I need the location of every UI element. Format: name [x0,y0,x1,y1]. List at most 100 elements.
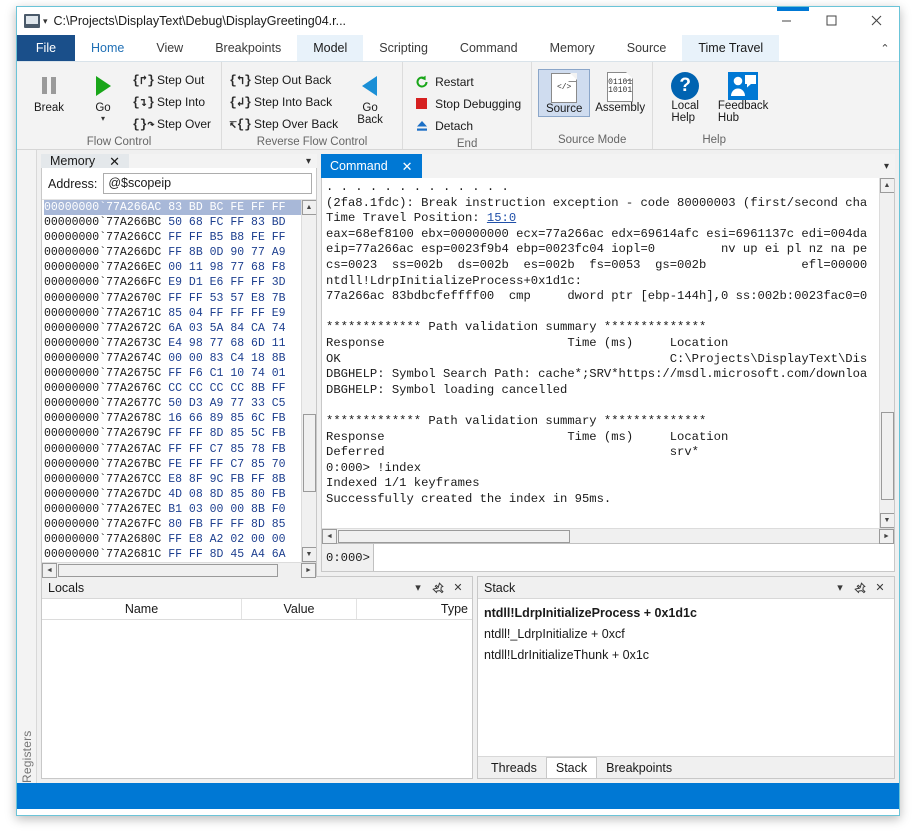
command-scroll-thumb[interactable] [881,412,894,500]
memory-row[interactable]: 00000000`77A2679C FF FF 8D 85 5C FB [44,426,301,441]
stack-frame[interactable]: ntdll!_LdrpInitialize + 0xcf [484,624,894,645]
step-over-back-button[interactable]: ↸{} Step Over Back [228,113,342,134]
memory-row[interactable]: 00000000`77A266BC 50 68 FC FF 83 BD [44,215,301,230]
locals-dropdown-icon[interactable]: ▾ [408,579,428,597]
command-output[interactable]: . . . . . . . . . . . . .(2fa8.1fdc): Br… [322,178,879,528]
maximize-button[interactable] [809,7,854,34]
time-travel-position-link[interactable]: 15:0 [487,211,516,225]
restart-button[interactable]: Restart [409,71,525,92]
memory-tab[interactable]: Memory ✕ [41,154,129,168]
quick-access-caret-icon[interactable]: ▾ [43,17,48,26]
memory-row[interactable]: 00000000`77A267DC 4D 08 8D 85 80 FB [44,487,301,502]
memory-row[interactable]: 00000000`77A2671C 85 04 FF FF FF E9 [44,306,301,321]
ribbon-tab-file[interactable]: File [17,35,75,61]
memory-row[interactable]: 00000000`77A2675C FF F6 C1 10 74 01 [44,366,301,381]
memory-row[interactable]: 00000000`77A2677C 50 D3 A9 77 33 C5 [44,396,301,411]
stack-dropdown-icon[interactable]: ▾ [830,579,850,597]
command-scroll-up-button[interactable]: ▲ [880,178,895,193]
memory-row[interactable]: 00000000`77A267EC B1 03 00 00 8B F0 [44,502,301,517]
memory-row[interactable]: 00000000`77A266EC 00 11 98 77 68 F8 [44,260,301,275]
memory-row[interactable]: 00000000`77A2672C 6A 03 5A 84 CA 74 [44,321,301,336]
ribbon-tab-time-travel[interactable]: Time Travel [682,35,779,61]
go-back-button[interactable]: Go Back [344,67,396,126]
locals-pin-icon[interactable] [428,579,448,597]
ribbon-tab-command[interactable]: Command [444,35,534,61]
command-tab-close-icon[interactable]: ✕ [402,160,413,173]
ribbon-tab-model[interactable]: Model [297,35,363,61]
go-dropdown-caret-icon[interactable]: ▾ [101,115,105,123]
memory-row[interactable]: 00000000`77A2681C FF FF 8D 45 A4 6A [44,547,301,562]
bottom-tab-threads[interactable]: Threads [482,757,546,778]
memory-row[interactable]: 00000000`77A266AC 83 BD BC FE FF FF [44,200,301,215]
command-horizontal-scrollbar[interactable]: ◄ ► [322,528,894,543]
command-input[interactable] [374,544,894,571]
stack-frame[interactable]: ntdll!LdrInitializeThunk + 0x1c [484,645,894,666]
memory-row[interactable]: 00000000`77A267CC E8 8F 9C FB FF 8B [44,472,301,487]
detach-button[interactable]: Detach [409,115,525,136]
memory-row[interactable]: 00000000`77A267AC FF FF C7 85 78 FB [44,442,301,457]
memory-row[interactable]: 00000000`77A2678C 16 66 89 85 6C FB [44,411,301,426]
step-out-back-button[interactable]: {↰} Step Out Back [228,69,342,90]
memory-row[interactable]: 00000000`77A2670C FF FF 53 57 E8 7B [44,291,301,306]
ribbon-tab-view[interactable]: View [140,35,199,61]
memory-row[interactable]: 00000000`77A266DC FF 8B 0D 90 77 A9 [44,245,301,260]
assembly-mode-button[interactable]: 01101 10101 Assembly [594,69,646,115]
local-help-button[interactable]: ? Local Help [659,69,711,125]
command-scroll-left-button[interactable]: ◄ [322,529,337,544]
command-overflow-caret-icon[interactable]: ▾ [884,161,889,172]
go-button[interactable]: Go ▾ [77,67,129,123]
memory-scroll-thumb[interactable] [303,414,316,492]
locals-column-type[interactable]: Type [357,599,472,619]
stack-frame-list[interactable]: ntdll!LdrpInitializeProcess + 0x1d1cntdl… [478,599,894,756]
step-into-button[interactable]: {↴} Step Into [131,91,215,112]
command-vertical-scrollbar[interactable]: ▲ ▼ [879,178,894,528]
memory-row[interactable]: 00000000`77A2674C 00 00 83 C4 18 8B [44,351,301,366]
source-mode-button[interactable]: </> Source [538,69,590,117]
memory-scroll-down-button[interactable]: ▼ [302,547,317,562]
step-out-button[interactable]: {↱} Step Out [131,69,215,90]
command-scroll-down-button[interactable]: ▼ [880,513,895,528]
locals-close-icon[interactable]: ✕ [448,579,468,597]
memory-row[interactable]: 00000000`77A267BC FE FF FF C7 85 70 [44,457,301,472]
memory-row[interactable]: 00000000`77A266CC FF FF B5 B8 FE FF [44,230,301,245]
memory-row[interactable]: 00000000`77A2673C E4 98 77 68 6D 11 [44,336,301,351]
locals-column-name[interactable]: Name [42,599,242,619]
memory-scroll-right-button[interactable]: ► [301,563,316,578]
locals-grid-body[interactable] [42,620,472,778]
ribbon-tab-memory[interactable]: Memory [534,35,611,61]
memory-scroll-up-button[interactable]: ▲ [302,200,317,215]
memory-row[interactable]: 00000000`77A2676C CC CC CC CC 8B FF [44,381,301,396]
ribbon-collapse-icon[interactable]: ⌃ [871,35,899,61]
registers-rail[interactable]: Registers [17,150,37,783]
stack-pin-icon[interactable] [850,579,870,597]
ribbon-tab-home[interactable]: Home [75,35,140,61]
break-button[interactable]: Break [23,67,75,114]
stack-frame[interactable]: ntdll!LdrpInitializeProcess + 0x1d1c [484,603,894,624]
memory-row[interactable]: 00000000`77A266FC E9 D1 E6 FF FF 3D [44,275,301,290]
memory-overflow-caret-icon[interactable]: ▾ [306,156,311,167]
memory-vertical-scrollbar[interactable]: ▲ ▼ [301,200,316,562]
memory-address-input[interactable]: @$scopeip [103,173,312,194]
bottom-tab-stack[interactable]: Stack [546,757,597,778]
memory-row[interactable]: 00000000`77A267FC 80 FB FF FF 8D 85 [44,517,301,532]
memory-row[interactable]: 00000000`77A2680C FF E8 A2 02 00 00 [44,532,301,547]
close-button[interactable] [854,7,899,34]
feedback-hub-button[interactable]: Feedback Hub [717,69,769,125]
ribbon-tab-breakpoints[interactable]: Breakpoints [199,35,297,61]
memory-hscroll-thumb[interactable] [58,564,278,577]
command-tab[interactable]: Command ✕ [321,154,422,178]
step-into-back-button[interactable]: {↲} Step Into Back [228,91,342,112]
step-over-button[interactable]: {}↷ Step Over [131,113,215,134]
command-hscroll-thumb[interactable] [338,530,570,543]
memory-tab-close-icon[interactable]: ✕ [109,155,120,168]
ribbon-tab-source[interactable]: Source [611,35,683,61]
stack-close-icon[interactable]: ✕ [870,579,890,597]
memory-horizontal-scrollbar[interactable]: ◄ ► [42,562,316,577]
locals-column-value[interactable]: Value [242,599,357,619]
memory-scroll-left-button[interactable]: ◄ [42,563,57,578]
minimize-button[interactable] [764,7,809,34]
bottom-tab-breakpoints[interactable]: Breakpoints [597,757,681,778]
command-scroll-right-button[interactable]: ► [879,529,894,544]
ribbon-tab-scripting[interactable]: Scripting [363,35,444,61]
memory-row-list[interactable]: 00000000`77A266AC 83 BD BC FE FF FF00000… [42,200,301,562]
